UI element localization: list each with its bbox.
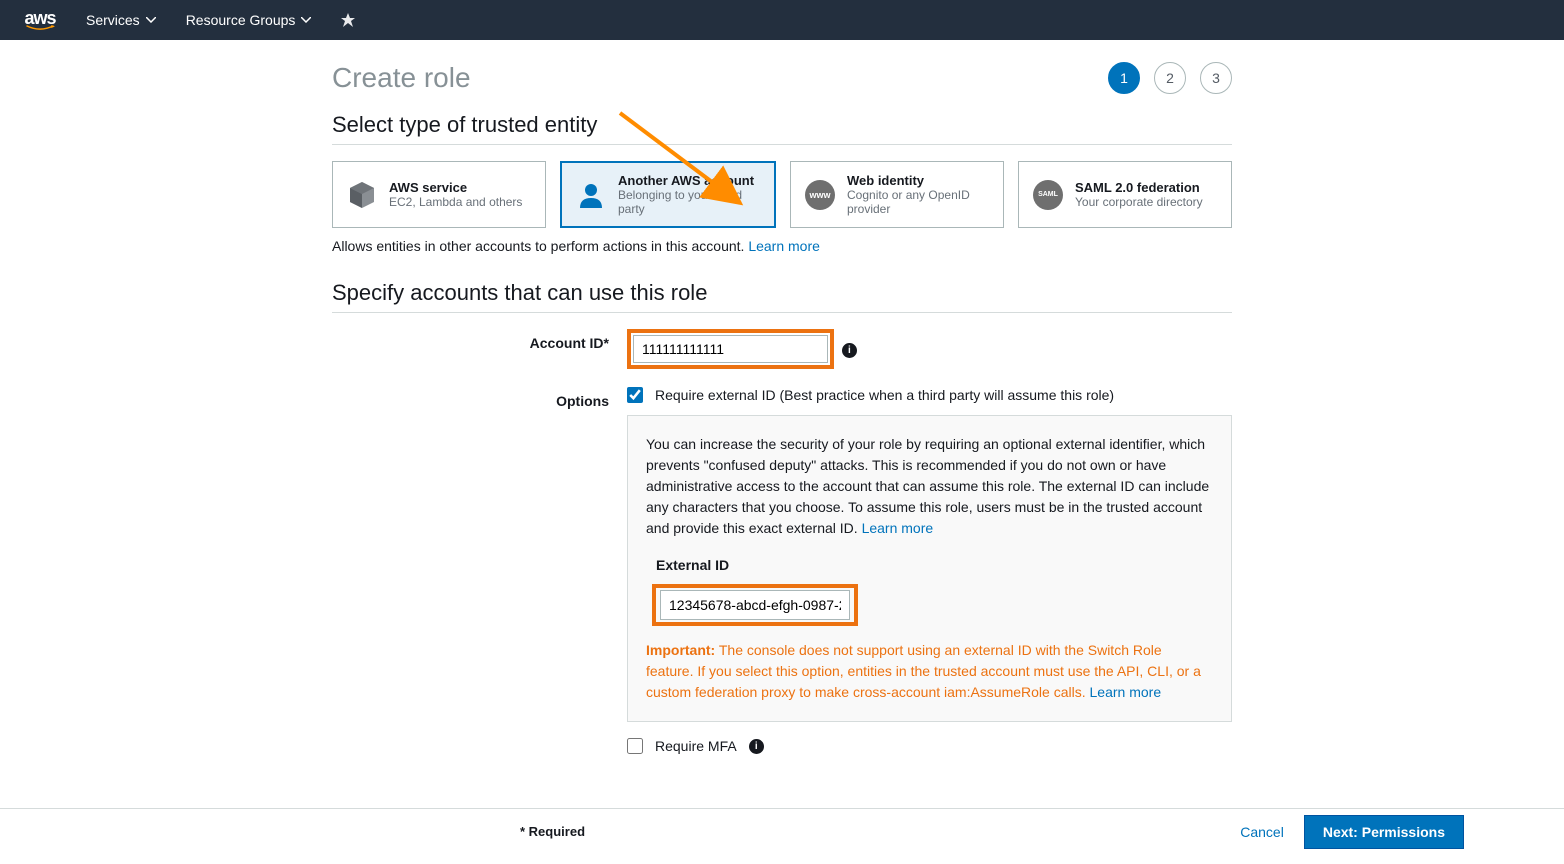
info-icon[interactable]: i bbox=[749, 739, 764, 754]
page-title: Create role bbox=[332, 62, 471, 94]
account-id-row: Account ID* i bbox=[332, 329, 1232, 369]
entity-description-text: Allows entities in other accounts to per… bbox=[332, 238, 744, 254]
next-permissions-button[interactable]: Next: Permissions bbox=[1304, 815, 1464, 849]
entity-card-another-account[interactable]: Another AWS account Belonging to you or … bbox=[560, 161, 776, 228]
entity-card-web-identity[interactable]: www Web identity Cognito or any OpenID p… bbox=[790, 161, 1004, 228]
external-id-highlight bbox=[652, 584, 858, 626]
section-specify-heading: Specify accounts that can use this role bbox=[332, 280, 1232, 313]
pin-icon bbox=[341, 13, 355, 27]
entity-card-saml[interactable]: SAML SAML 2.0 federation Your corporate … bbox=[1018, 161, 1232, 228]
top-nav: aws Services Resource Groups bbox=[0, 0, 1564, 40]
entity-card-aws-service[interactable]: AWS service EC2, Lambda and others bbox=[332, 161, 546, 228]
cancel-button[interactable]: Cancel bbox=[1240, 824, 1284, 840]
card-sub: EC2, Lambda and others bbox=[389, 195, 522, 209]
important-prefix: Important: bbox=[646, 642, 715, 658]
step-1[interactable]: 1 bbox=[1108, 62, 1140, 94]
entity-cards: AWS service EC2, Lambda and others Anoth… bbox=[332, 161, 1232, 228]
entity-learn-more-link[interactable]: Learn more bbox=[748, 238, 820, 254]
important-note: Important: The console does not support … bbox=[646, 640, 1213, 703]
external-id-input[interactable] bbox=[660, 590, 850, 620]
wizard-steps: 1 2 3 bbox=[1108, 62, 1232, 94]
nav-resource-groups-label: Resource Groups bbox=[186, 12, 296, 28]
saml-icon: SAML bbox=[1031, 178, 1065, 212]
info-icon[interactable]: i bbox=[842, 343, 857, 358]
card-title: Another AWS account bbox=[618, 173, 762, 188]
footer-actions: Cancel Next: Permissions bbox=[1240, 815, 1464, 849]
card-title: Web identity bbox=[847, 173, 991, 188]
card-title: SAML 2.0 federation bbox=[1075, 180, 1203, 195]
account-id-highlight bbox=[627, 329, 834, 369]
footer-bar: * Required Cancel Next: Permissions bbox=[0, 808, 1564, 854]
require-external-id-label: Require external ID (Best practice when … bbox=[655, 387, 1114, 403]
chevron-down-icon bbox=[146, 17, 156, 23]
step-2[interactable]: 2 bbox=[1154, 62, 1186, 94]
entity-description: Allows entities in other accounts to per… bbox=[332, 238, 1232, 254]
account-id-input[interactable] bbox=[633, 335, 828, 363]
page-title-row: Create role 1 2 3 bbox=[332, 62, 1232, 94]
card-title: AWS service bbox=[389, 180, 522, 195]
card-sub: Your corporate directory bbox=[1075, 195, 1203, 209]
card-sub: Belonging to you or 3rd party bbox=[618, 188, 762, 216]
options-label: Options bbox=[332, 387, 627, 409]
card-sub: Cognito or any OpenID provider bbox=[847, 188, 991, 216]
require-mfa-row: Require MFA i bbox=[627, 738, 1232, 754]
require-external-id-row: Require external ID (Best practice when … bbox=[627, 387, 1232, 403]
account-id-label: Account ID* bbox=[332, 329, 627, 351]
person-icon bbox=[574, 178, 608, 212]
nav-services[interactable]: Services bbox=[86, 12, 156, 28]
require-external-id-checkbox[interactable] bbox=[627, 387, 643, 403]
important-learn-more-link[interactable]: Learn more bbox=[1090, 684, 1162, 700]
options-row: Options Require external ID (Best practi… bbox=[332, 387, 1232, 766]
external-id-callout: You can increase the security of your ro… bbox=[627, 415, 1232, 722]
nav-resource-groups[interactable]: Resource Groups bbox=[186, 12, 312, 28]
required-note: * Required bbox=[520, 824, 585, 839]
chevron-down-icon bbox=[301, 17, 311, 23]
page-content: Create role 1 2 3 Select type of trusted… bbox=[332, 40, 1232, 864]
external-id-label: External ID bbox=[656, 555, 1213, 576]
step-3[interactable]: 3 bbox=[1200, 62, 1232, 94]
pin-button[interactable] bbox=[341, 13, 355, 27]
require-mfa-label: Require MFA bbox=[655, 738, 737, 754]
aws-smile-icon bbox=[20, 25, 60, 31]
section-trusted-entity-heading: Select type of trusted entity bbox=[332, 112, 1232, 145]
cube-icon bbox=[345, 178, 379, 212]
nav-services-label: Services bbox=[86, 12, 140, 28]
require-mfa-checkbox[interactable] bbox=[627, 738, 643, 754]
callout-learn-more-link[interactable]: Learn more bbox=[862, 520, 934, 536]
www-icon: www bbox=[803, 178, 837, 212]
aws-logo[interactable]: aws bbox=[20, 9, 60, 31]
